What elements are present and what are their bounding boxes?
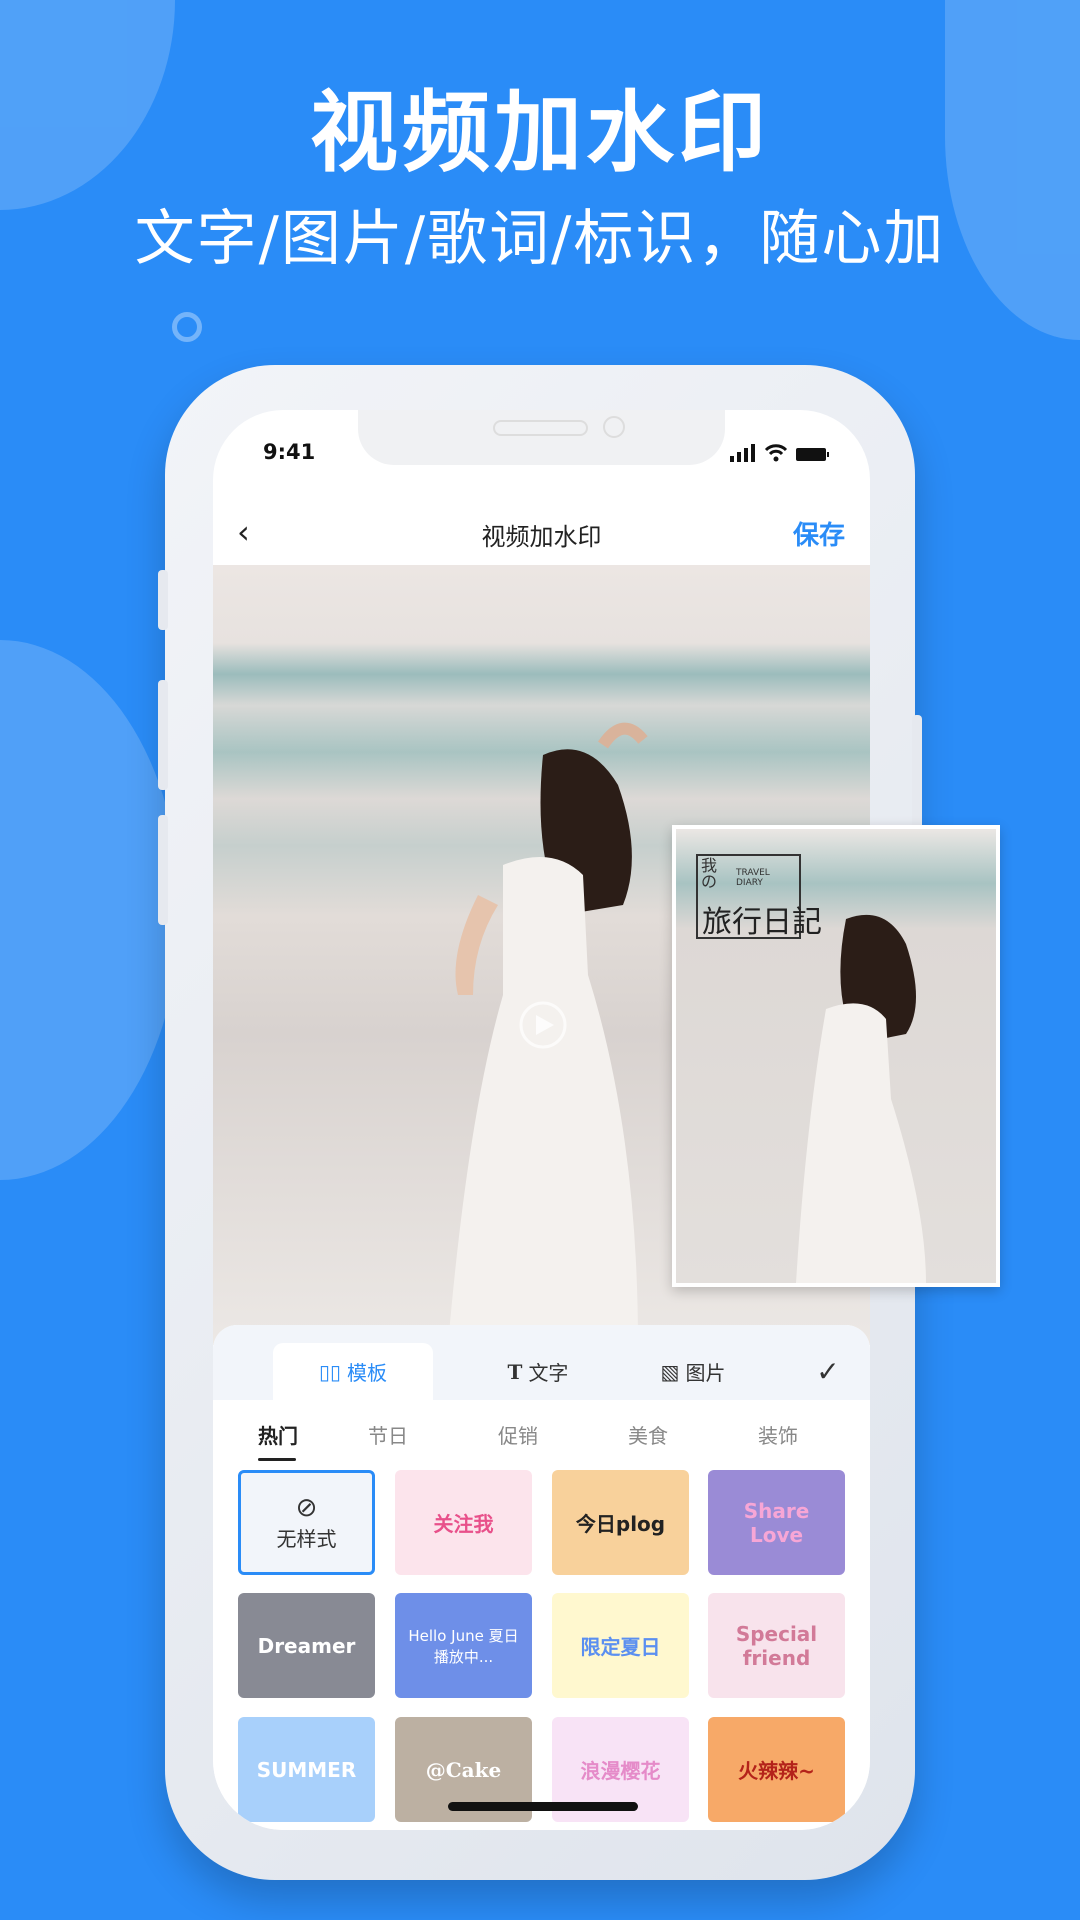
watermark-example-card: 我の TRAVEL DIARY 旅行日記 [672,825,1000,1287]
tab-text[interactable]: T 文字 [458,1343,618,1400]
template-tile[interactable]: 限定夏日 [552,1593,689,1698]
promo-headline: 视频加水印 [309,81,770,184]
template-label: 浪漫樱花 [580,1759,661,1783]
decor-circle [0,640,180,1180]
status-time: 9:41 [263,440,316,464]
tab-bar: ▯▯ 模板 T 文字 ▧ 图片 ✓ [213,1325,870,1400]
category-promo[interactable]: 促销 [498,1420,538,1449]
image-icon: ▧ [660,1359,680,1384]
home-indicator [448,1802,638,1811]
phone-side-button [158,570,168,630]
category-decor[interactable]: 装饰 [758,1420,798,1449]
example-figure [796,914,926,1283]
battery-icon [796,448,829,461]
signal-icon [730,444,755,462]
template-label: Special friend [735,1621,818,1670]
template-label: SUMMER [256,1757,357,1782]
category-bar: 热门 节日 促销 美食 装饰 [213,1420,870,1461]
template-label: 无样式 [276,1527,337,1551]
no-style-icon: ⊘ [295,1493,318,1523]
template-tile[interactable]: Hello June 夏日播放中... [395,1593,532,1698]
check-icon: ✓ [816,1355,840,1388]
status-icons [730,444,830,462]
active-indicator [258,1458,296,1461]
category-hot[interactable]: 热门 [258,1420,298,1449]
template-tile[interactable]: 关注我 [395,1470,532,1575]
watermark-panel: ▯▯ 模板 T 文字 ▧ 图片 ✓ 热门 节日 促销 美食 装饰 ⊘ 无样式 关注我 今日p… [213,1325,870,1830]
template-tile[interactable]: 今日plog [552,1470,689,1575]
template-tile[interactable]: Share Love [708,1470,845,1575]
category-food[interactable]: 美食 [628,1420,668,1449]
template-label: 关注我 [433,1512,494,1536]
phone-side-button [158,815,168,925]
phone-side-button [158,680,168,790]
template-label: 限定夏日 [580,1635,661,1659]
tab-image[interactable]: ▧ 图片 [613,1343,773,1400]
template-tile[interactable]: Dreamer [238,1593,375,1698]
category-holiday[interactable]: 节日 [368,1420,408,1449]
template-icon: ▯▯ [318,1359,341,1384]
text-icon: T [507,1359,523,1384]
template-tile[interactable]: 火辣辣~ [708,1717,845,1822]
template-tile[interactable]: SUMMER [238,1717,375,1822]
page-title: 视频加水印 [481,523,602,551]
tab-template[interactable]: ▯▯ 模板 [273,1343,433,1400]
decor-ring [172,312,202,342]
template-label: 今日plog [575,1512,666,1536]
nav-bar: ‹ 视频加水印 保存 [213,505,870,565]
template-label: Share Love [743,1498,810,1547]
template-label: Hello June 夏日播放中... [408,1626,519,1666]
confirm-button[interactable]: ✓ [803,1343,853,1400]
template-label: @Cake [425,1757,502,1782]
notch [358,410,725,465]
wifi-icon [764,444,788,462]
promo-subtitle: 文字/图片/歌词/标识，随心加 [134,204,946,274]
save-button[interactable]: 保存 [793,515,845,552]
template-tile[interactable]: Special friend [708,1593,845,1698]
template-tile[interactable]: ⊘ 无样式 [238,1470,375,1575]
template-label: 火辣辣~ [738,1759,815,1783]
template-label: Dreamer [257,1633,356,1658]
